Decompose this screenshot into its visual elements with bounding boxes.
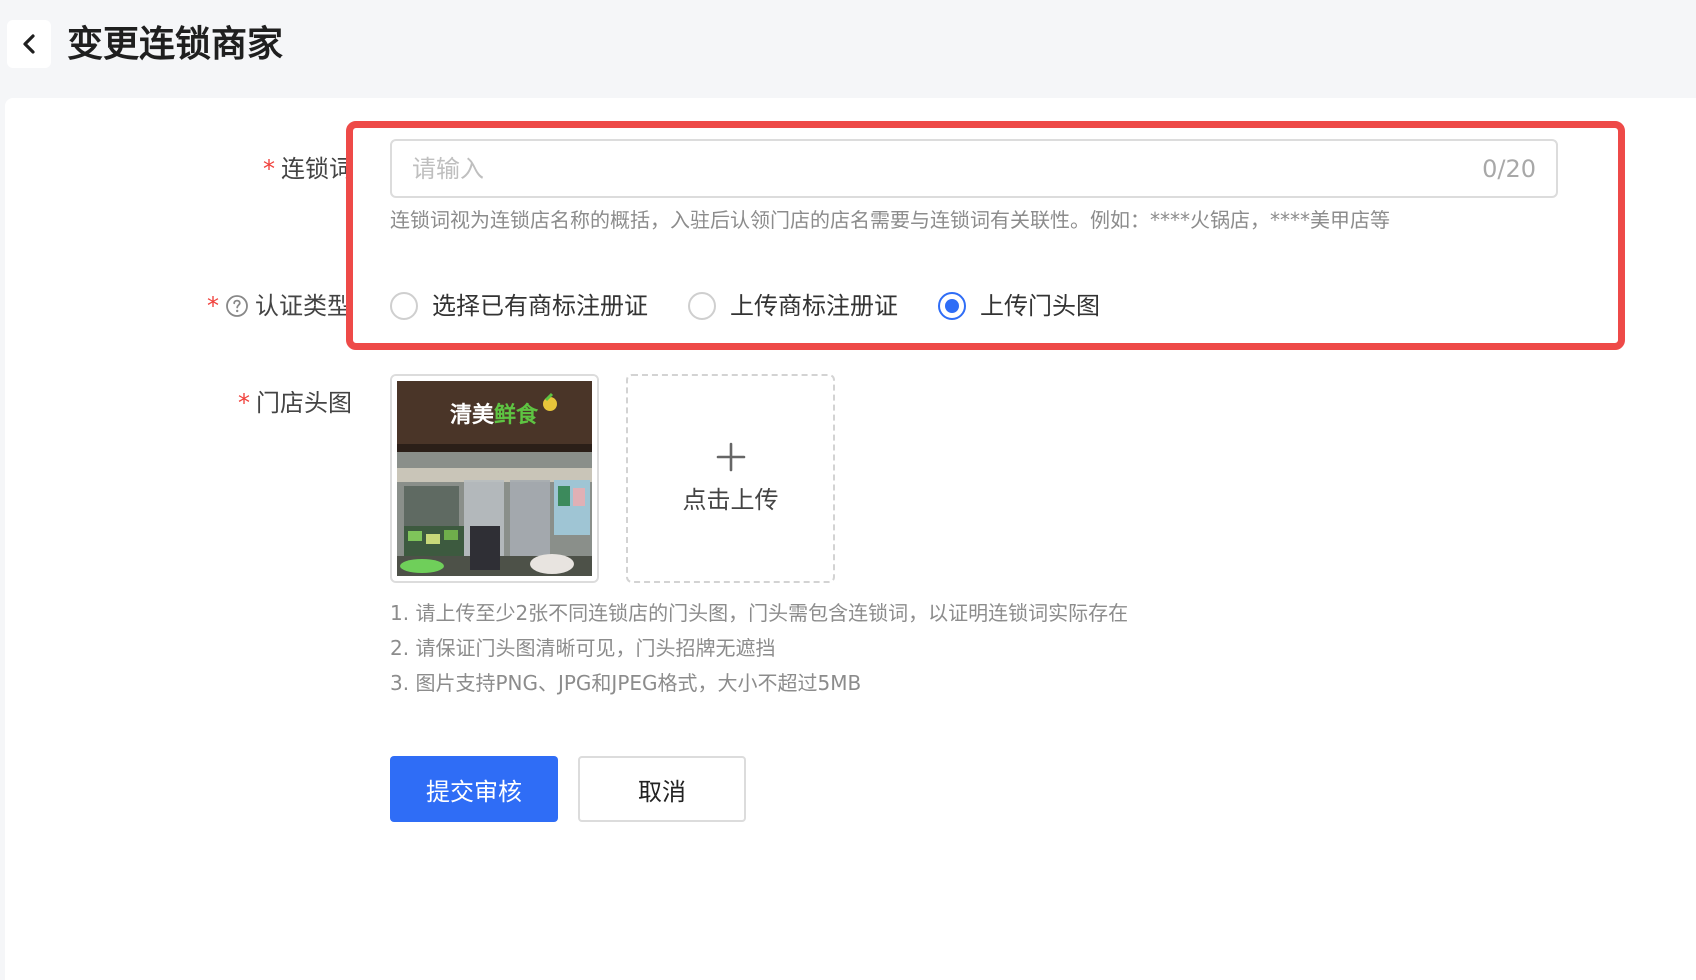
cert-type-radio-group: 选择已有商标注册证 上传商标注册证 上传门头图	[390, 288, 1140, 324]
chain-word-input[interactable]	[412, 141, 1412, 196]
radio-upload-trademark[interactable]: 上传商标注册证	[688, 290, 898, 322]
tip-item: 2. 请保证门头图清晰可见，门头招牌无遮挡	[390, 636, 776, 660]
question-circle-icon[interactable]	[225, 294, 249, 318]
radio-label: 选择已有商标注册证	[432, 292, 648, 320]
back-button[interactable]	[7, 20, 51, 68]
submit-review-button[interactable]: 提交审核	[390, 756, 558, 822]
cancel-button[interactable]: 取消	[578, 756, 746, 822]
radio-label: 上传商标注册证	[730, 292, 898, 320]
chain-word-label-text: 连锁词	[281, 155, 353, 183]
chain-word-field[interactable]: 0/20	[390, 139, 1558, 198]
radio-existing-trademark[interactable]: 选择已有商标注册证	[390, 290, 648, 322]
radio-upload-storefront[interactable]: 上传门头图	[938, 290, 1100, 322]
upload-button[interactable]: 点击上传	[626, 374, 835, 583]
plus-icon	[716, 442, 745, 471]
tip-item: 3. 图片支持PNG、JPG和JPEG格式，大小不超过5MB	[390, 671, 862, 695]
sign-text-white: 清美	[450, 402, 495, 427]
uploaded-storefront-image[interactable]: 清美 鲜食	[390, 374, 599, 583]
page-title: 变更连锁商家	[67, 24, 284, 65]
radio-circle[interactable]	[688, 292, 716, 320]
required-mark: *	[238, 389, 250, 417]
radio-circle-checked[interactable]	[938, 292, 966, 320]
storefront-image-label-text: 门店头图	[256, 389, 352, 417]
char-counter: 0/20	[1482, 155, 1536, 183]
sign-text-green: 鲜食	[494, 402, 539, 427]
required-mark: *	[207, 292, 219, 320]
storefront-photo: 清美 鲜食	[392, 376, 597, 581]
page-header: 变更连锁商家	[0, 0, 1696, 96]
radio-label: 上传门头图	[980, 292, 1100, 320]
cert-type-label: * 认证类型	[207, 290, 353, 322]
storefront-image-label: * 门店头图	[238, 387, 358, 419]
chevron-left-icon	[23, 34, 35, 54]
upload-label: 点击上传	[682, 485, 779, 514]
radio-circle[interactable]	[390, 292, 418, 320]
chain-word-label: * 连锁词	[263, 153, 353, 185]
cert-type-label-text: 认证类型	[255, 292, 351, 320]
chain-word-hint: 连锁词视为连锁店名称的概括，入驻后认领门店的店名需要与连锁词有关联性。例如：**…	[390, 208, 1390, 232]
tip-item: 1. 请上传至少2张不同连锁店的门头图，门头需包含连锁词，以证明连锁词实际存在	[390, 601, 1129, 625]
required-mark: *	[263, 155, 275, 183]
upload-tips: 1. 请上传至少2张不同连锁店的门头图，门头需包含连锁词，以证明连锁词实际存在 …	[390, 596, 1128, 701]
